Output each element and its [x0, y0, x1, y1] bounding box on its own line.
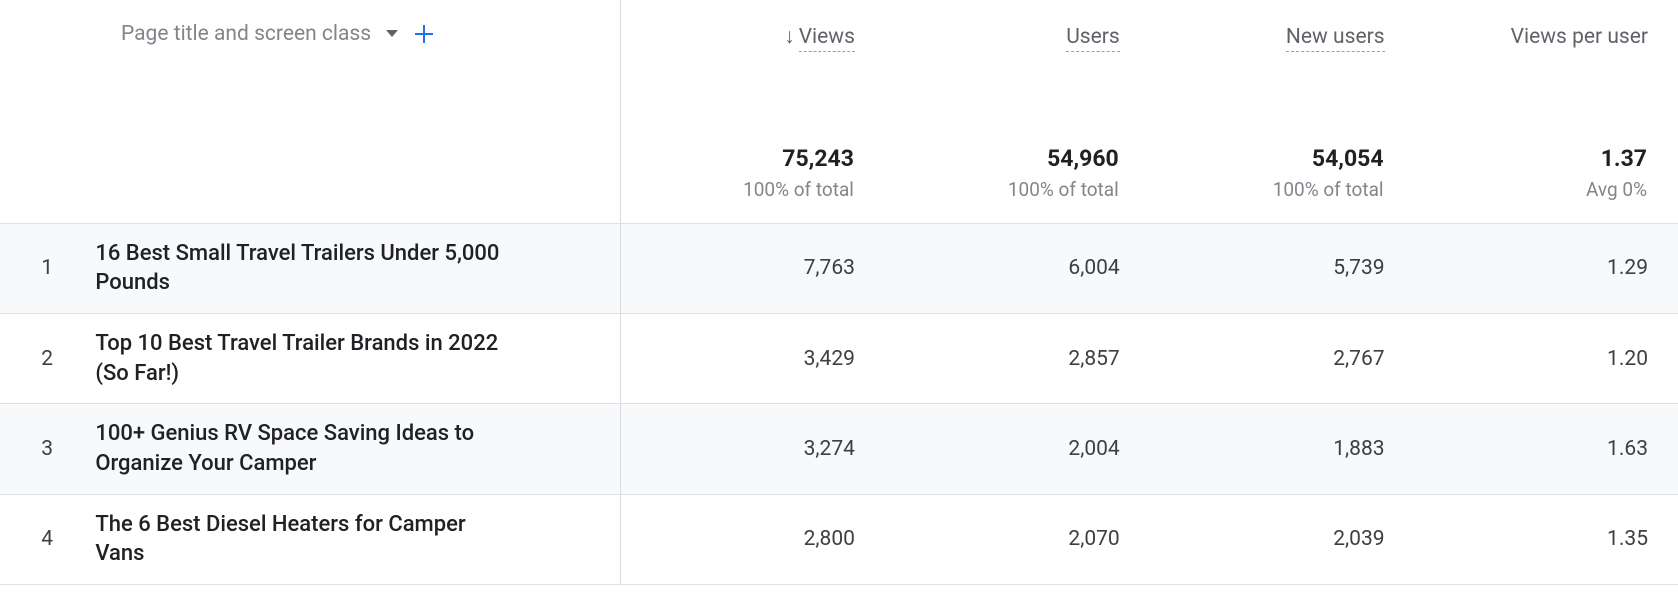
cell-views-per-user: 1.29 — [1415, 223, 1678, 313]
cell-views: 3,274 — [620, 404, 885, 494]
total-views-per-user: 1.37 — [1416, 145, 1677, 172]
total-views: 75,243 — [622, 145, 884, 172]
cell-users: 6,004 — [885, 223, 1150, 313]
add-dimension-button[interactable] — [413, 23, 435, 45]
table-row[interactable]: 116 Best Small Travel Trailers Under 5,0… — [0, 223, 1678, 313]
cell-views-per-user: 1.35 — [1415, 494, 1678, 584]
cell-views: 7,763 — [620, 223, 885, 313]
cell-new-users: 5,739 — [1150, 223, 1415, 313]
page-title-cell[interactable]: 100+ Genius RV Space Saving Ideas to Org… — [95, 405, 530, 492]
page-title-cell[interactable]: The 6 Best Diesel Heaters for Camper Van… — [95, 496, 530, 583]
table-row[interactable]: 3100+ Genius RV Space Saving Ideas to Or… — [0, 404, 1678, 494]
page-title-cell[interactable]: Top 10 Best Travel Trailer Brands in 202… — [95, 315, 530, 402]
cell-views: 2,800 — [620, 494, 885, 584]
row-index: 1 — [0, 223, 94, 313]
cell-new-users: 2,039 — [1150, 494, 1415, 584]
page-title-cell[interactable]: 16 Best Small Travel Trailers Under 5,00… — [95, 225, 530, 312]
cell-users: 2,857 — [885, 313, 1150, 403]
total-views-sub: 100% of total — [622, 172, 884, 201]
cell-views: 3,429 — [620, 313, 885, 403]
total-users-sub: 100% of total — [886, 172, 1149, 201]
cell-views-per-user: 1.20 — [1415, 313, 1678, 403]
cell-views-per-user: 1.63 — [1415, 404, 1678, 494]
analytics-table: Page title and screen class ↓Views Users… — [0, 0, 1678, 585]
total-users: 54,960 — [886, 145, 1149, 172]
row-index: 2 — [0, 313, 94, 403]
column-header-users[interactable]: Users — [885, 0, 1150, 55]
cell-new-users: 2,767 — [1150, 313, 1415, 403]
dimension-label: Page title and screen class — [121, 22, 371, 46]
total-new-users-sub: 100% of total — [1151, 172, 1414, 201]
row-index: 3 — [0, 404, 94, 494]
table-row[interactable]: 4The 6 Best Diesel Heaters for Camper Va… — [0, 494, 1678, 584]
column-header-views-per-user[interactable]: Views per user — [1415, 0, 1678, 55]
cell-users: 2,070 — [885, 494, 1150, 584]
table-row[interactable]: 2Top 10 Best Travel Trailer Brands in 20… — [0, 313, 1678, 403]
column-header-views[interactable]: ↓Views — [620, 0, 885, 55]
total-new-users: 54,054 — [1151, 145, 1414, 172]
column-header-new-users[interactable]: New users — [1150, 0, 1415, 55]
row-index: 4 — [0, 494, 94, 584]
cell-new-users: 1,883 — [1150, 404, 1415, 494]
cell-users: 2,004 — [885, 404, 1150, 494]
total-views-per-user-sub: Avg 0% — [1416, 172, 1677, 201]
chevron-down-icon — [385, 29, 399, 39]
sort-descending-icon: ↓ — [784, 25, 795, 49]
dimension-selector[interactable]: Page title and screen class — [1, 22, 619, 46]
